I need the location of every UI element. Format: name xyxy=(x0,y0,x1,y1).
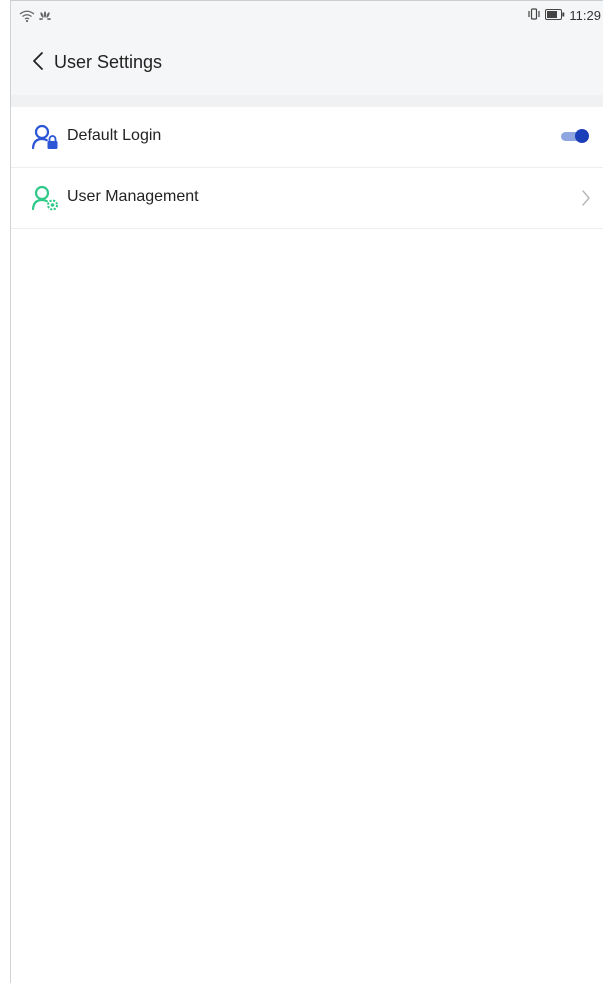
status-right: 11:29 xyxy=(527,8,601,23)
wifi-icon xyxy=(19,9,35,27)
status-bar: 11:29 xyxy=(11,0,603,31)
status-left xyxy=(19,9,51,27)
app-screen: 11:29 User Settings Default Login User M… xyxy=(10,0,603,983)
toggle-knob xyxy=(575,129,589,143)
page-title: User Settings xyxy=(54,52,163,72)
default-login-label: Default Login xyxy=(67,127,162,144)
user-gear-icon xyxy=(31,185,61,211)
nav-bar: User Settings xyxy=(11,31,603,95)
battery-icon xyxy=(545,8,565,23)
back-button[interactable] xyxy=(27,51,49,75)
user-management-label: User Management xyxy=(67,188,199,205)
default-login-toggle[interactable] xyxy=(561,127,589,145)
user-lock-icon xyxy=(31,124,61,150)
default-login-row[interactable]: Default Login xyxy=(11,107,603,168)
section-divider xyxy=(11,95,603,107)
chevron-right-icon xyxy=(581,189,591,207)
huawei-icon xyxy=(39,9,51,27)
clock: 11:29 xyxy=(569,8,601,23)
chevron-left-icon xyxy=(32,51,44,76)
vibrate-icon xyxy=(527,8,541,23)
user-management-row[interactable]: User Management xyxy=(11,168,603,229)
